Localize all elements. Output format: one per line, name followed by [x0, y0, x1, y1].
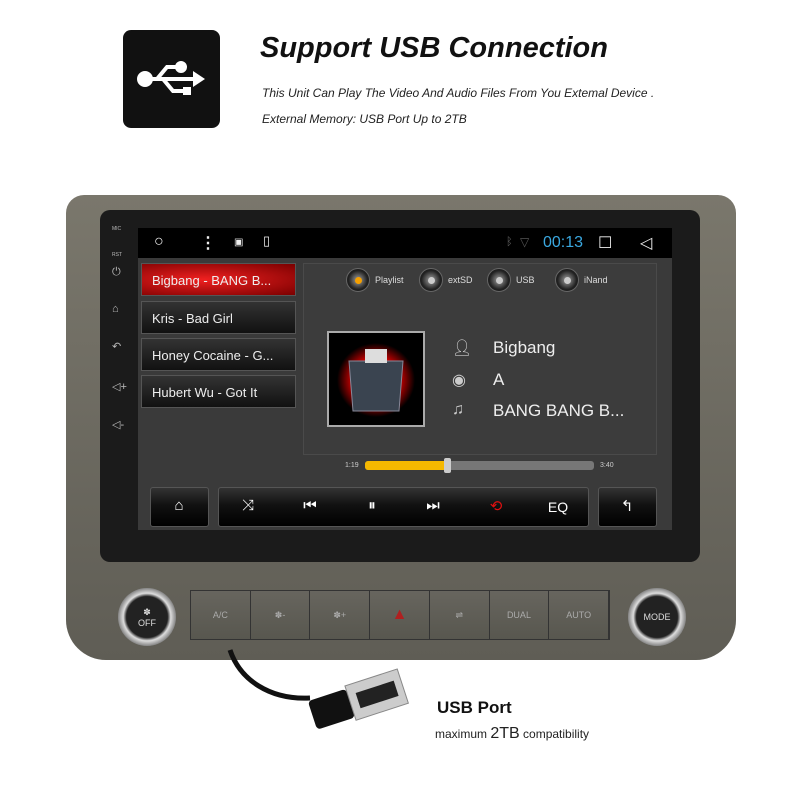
home-circle-icon[interactable]: ○: [154, 233, 164, 251]
source-inand[interactable]: iNand: [555, 268, 608, 292]
source-usb[interactable]: USB: [487, 268, 535, 292]
recent-apps-icon[interactable]: ☐: [598, 233, 612, 253]
album-name: A: [493, 370, 505, 389]
usb-icon: [123, 30, 220, 128]
home-icon[interactable]: ⌂: [164, 497, 194, 514]
return-icon[interactable]: ↰: [612, 497, 642, 515]
description-line: External Memory: USB Port Up to 2TB: [262, 112, 467, 126]
progress-slider[interactable]: [365, 458, 594, 473]
next-icon[interactable]: ⏭: [418, 497, 448, 514]
description-line: This Unit Can Play The Video And Audio F…: [262, 86, 655, 100]
page-title: Support USB Connection: [260, 32, 608, 64]
album-art-folder-icon: [327, 331, 425, 427]
usb-port-title: USB Port: [437, 698, 512, 717]
playlist-item[interactable]: Hubert Wu - Got It: [141, 375, 296, 408]
sd-card-icon[interactable]: ▯: [263, 233, 270, 249]
ac-button[interactable]: A/C: [191, 591, 251, 639]
volume-up-icon[interactable]: ◁+: [112, 380, 127, 393]
mic-label: MIC: [112, 226, 122, 232]
repeat-icon[interactable]: ⟲: [481, 497, 511, 515]
source-playlist[interactable]: Playlist: [346, 268, 404, 292]
hazard-button[interactable]: ▲: [370, 591, 430, 639]
artist-name: Bigbang: [493, 338, 556, 357]
off-knob[interactable]: ✽ OFF: [118, 588, 176, 646]
usb-cable: [227, 649, 409, 729]
bluetooth-icon: ᛒ: [506, 236, 513, 248]
progress-thumb[interactable]: [444, 458, 452, 473]
usb-port-caption: maximum 2TB compatibility: [435, 725, 590, 742]
source-extsd[interactable]: extSD: [419, 268, 473, 292]
dual-button[interactable]: DUAL: [489, 591, 550, 639]
image-icon[interactable]: ▣: [234, 237, 243, 248]
fan-down-button[interactable]: ✽-: [250, 591, 311, 639]
pause-icon[interactable]: ⏸: [357, 497, 387, 514]
artist-icon: 👤︎: [452, 340, 473, 357]
eq-button[interactable]: EQ: [543, 499, 573, 515]
auto-button[interactable]: AUTO: [549, 591, 610, 639]
elapsed-time: 1:19: [345, 462, 359, 469]
menu-dots-icon[interactable]: ⋮: [200, 233, 216, 253]
album-disc-icon: ◉: [452, 372, 466, 389]
music-note-icon: ♫: [452, 401, 464, 418]
track-title: BANG BANG B...: [493, 401, 625, 420]
playlist-item[interactable]: Honey Cocaine - G...: [141, 338, 296, 371]
shuffle-icon[interactable]: ⤨: [233, 497, 263, 514]
progress-fill: [365, 461, 448, 470]
transport-bar: [218, 487, 589, 527]
volume-down-icon[interactable]: ◁-: [112, 418, 124, 431]
wifi-icon: ▽: [520, 235, 530, 249]
fan-up-button[interactable]: ✽+: [310, 591, 371, 639]
recirculation-button[interactable]: ⇌: [429, 591, 490, 639]
back-arrow-icon[interactable]: ↶: [112, 340, 121, 353]
rst-label: RST: [112, 252, 122, 258]
power-icon[interactable]: ⏻: [112, 266, 121, 279]
previous-icon[interactable]: ⏮: [295, 497, 325, 514]
status-bar: ○ ⋮ ▣ ▯ ᛒ ▽ 00:13 ☐ ◁: [138, 228, 672, 258]
playlist-item[interactable]: Bigbang - BANG B...: [141, 263, 296, 296]
clock: 00:13: [543, 234, 584, 251]
climate-panel: A/C ✽- ✽+ ▲ ⇌ DUAL AUTO: [190, 590, 610, 640]
back-icon[interactable]: ◁: [640, 233, 652, 253]
duration: 3:40: [600, 462, 614, 469]
mode-knob[interactable]: MODE: [628, 588, 686, 646]
home-outline-icon[interactable]: ⌂: [112, 303, 119, 315]
playlist-item[interactable]: Kris - Bad Girl: [141, 301, 296, 334]
